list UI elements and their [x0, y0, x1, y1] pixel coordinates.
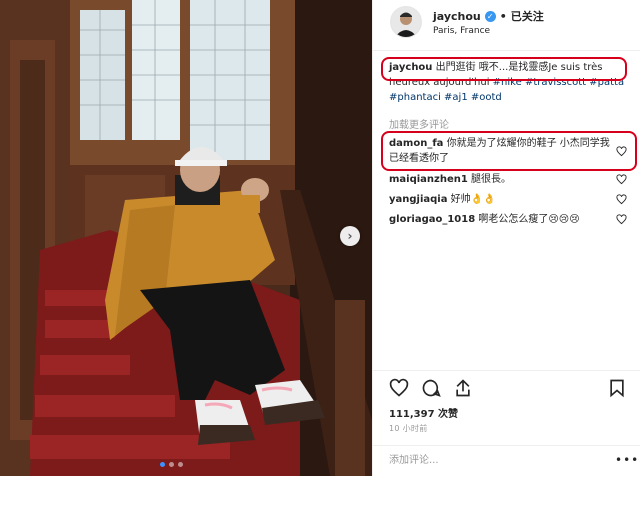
hashtag[interactable]: #patta	[589, 77, 624, 88]
hashtag[interactable]: #aj1	[444, 92, 468, 103]
instagram-post: › jaychou ✓ • 已关注 Paris, France jaychou …	[0, 0, 640, 476]
comment-username[interactable]: gloriagao_1018	[389, 214, 475, 225]
comment-input[interactable]	[387, 454, 591, 467]
author-username[interactable]: jaychou	[433, 10, 481, 23]
comment-text: 啊老公怎么瘦了😢😢😢	[475, 214, 580, 225]
follow-button[interactable]: 已关注	[511, 8, 544, 24]
chevron-right-icon: ›	[347, 229, 353, 243]
separator: •	[499, 9, 507, 23]
carousel-dot	[178, 462, 183, 467]
post-header: jaychou ✓ • 已关注 Paris, France	[373, 0, 640, 51]
comment-item: maiqianzhen1 腿很長。	[389, 172, 619, 187]
comment-like-heart-icon[interactable]	[616, 214, 627, 225]
comment-item: damon_fa 你就是为了炫耀你的鞋子 小杰同学我已经看透你了	[389, 136, 619, 166]
post-caption: jaychou 出門逛街 哦不...是找靈感Je suis très heure…	[389, 60, 634, 105]
post-time: 10 小时前	[389, 424, 428, 433]
carousel-dot	[169, 462, 174, 467]
carousel-dot	[160, 462, 165, 467]
carousel-indicator	[160, 462, 183, 467]
load-more-comments[interactable]: 加载更多评论	[389, 116, 449, 131]
post-photo[interactable]: ›	[0, 0, 372, 476]
heart-icon[interactable]	[389, 378, 409, 398]
comment-like-heart-icon[interactable]	[616, 194, 627, 205]
share-icon[interactable]	[453, 378, 473, 398]
hashtag[interactable]: #phantaci	[389, 92, 441, 103]
comment-username[interactable]: yangjiaqia	[389, 194, 447, 205]
comment-item: gloriagao_1018 啊老公怎么瘦了😢😢😢	[389, 212, 619, 227]
comment-username[interactable]: damon_fa	[389, 138, 443, 149]
photo-illustration	[0, 0, 372, 476]
comment-text: 腿很長。	[467, 174, 512, 185]
more-options-icon[interactable]: •••	[615, 453, 639, 467]
hashtag[interactable]: #ootd	[471, 92, 502, 103]
post-details-panel: jaychou ✓ • 已关注 Paris, France jaychou 出門…	[372, 0, 640, 476]
post-author: jaychou ✓ • 已关注	[433, 8, 544, 24]
next-photo-button[interactable]: ›	[340, 226, 360, 246]
hashtag[interactable]: #travisscott	[525, 77, 586, 88]
add-comment-bar: •••	[373, 445, 640, 478]
avatar[interactable]	[390, 6, 422, 38]
comment-icon[interactable]	[421, 378, 441, 398]
post-actions: 111,397 次赞 10 小时前 •••	[373, 370, 640, 477]
hashtag[interactable]: #nike	[493, 77, 522, 88]
verified-badge-icon: ✓	[484, 10, 496, 22]
post-location[interactable]: Paris, France	[433, 26, 490, 36]
comment-like-heart-icon[interactable]	[616, 174, 627, 185]
comment-text: 好帅👌👌	[447, 194, 496, 205]
comment-item: yangjiaqia 好帅👌👌	[389, 192, 619, 207]
like-count[interactable]: 111,397 次赞	[389, 405, 458, 420]
caption-username[interactable]: jaychou	[389, 62, 432, 73]
comment-username[interactable]: maiqianzhen1	[389, 174, 468, 185]
bookmark-icon[interactable]	[607, 378, 627, 398]
comment-like-heart-icon[interactable]	[616, 146, 627, 157]
